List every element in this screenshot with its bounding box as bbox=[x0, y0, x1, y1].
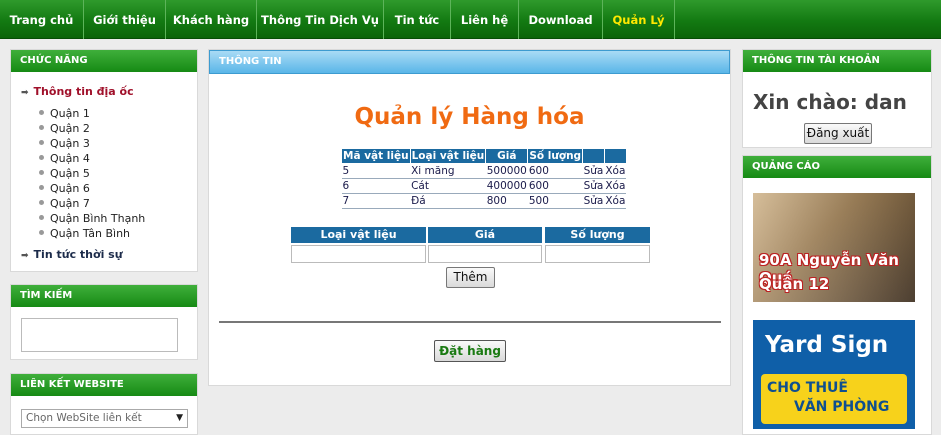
cell-price: 500000 bbox=[485, 163, 528, 179]
col-edit bbox=[582, 148, 605, 164]
cell-id: 5 bbox=[341, 163, 411, 179]
input-gia[interactable] bbox=[428, 245, 542, 263]
nav-gioi-thieu[interactable]: Giới thiệu bbox=[84, 0, 166, 39]
edit-link[interactable]: Sửa bbox=[582, 193, 605, 209]
col-loai-vat-lieu: Loại vật liệu bbox=[409, 148, 487, 164]
yard-sign-ad-banner[interactable]: Yard Sign CHO THUÊ VĂN PHÒNG bbox=[753, 320, 915, 429]
col-delete bbox=[603, 148, 627, 164]
col-so-luong: Số lượng bbox=[527, 148, 584, 164]
delete-link[interactable]: Xóa bbox=[604, 178, 627, 194]
ad-cho-thue: CHO THUÊ bbox=[767, 380, 848, 396]
delete-link[interactable]: Xóa bbox=[604, 163, 627, 179]
district-item[interactable]: Quận 5 bbox=[39, 167, 90, 180]
function-panel: CHỨC NĂNG ➡ Thông tin địa ốc Quận 1 Quận … bbox=[10, 49, 198, 272]
ad-yellow-panel: CHO THUÊ VĂN PHÒNG bbox=[761, 374, 907, 424]
cell-type: Đá bbox=[410, 193, 486, 209]
district-item[interactable]: Quận 6 bbox=[39, 182, 90, 195]
ads-panel: QUẢNG CÁO 90A Nguyễn Văn Quá, Quận 12 Ya… bbox=[742, 155, 932, 435]
account-panel-header: THÔNG TIN TÀI KHOẢN bbox=[743, 50, 931, 72]
label-so-luong: Số lượng bbox=[545, 227, 650, 243]
bullet-icon bbox=[39, 170, 44, 175]
label-loai-vat-lieu: Loại vật liệu bbox=[291, 227, 426, 243]
bullet-icon bbox=[39, 125, 44, 130]
order-button[interactable]: Đặt hàng bbox=[434, 340, 506, 362]
function-panel-header: CHỨC NĂNG bbox=[11, 50, 197, 72]
input-loai-vat-lieu[interactable] bbox=[291, 245, 426, 263]
top-navigation: Trang chủ Giới thiệu Khách hàng Thông Ti… bbox=[0, 0, 941, 39]
bullet-icon bbox=[39, 155, 44, 160]
search-panel-header: TÌM KIẾM bbox=[11, 285, 197, 307]
district-item[interactable]: Quận 7 bbox=[39, 197, 90, 210]
info-panel-header: THÔNG TIN bbox=[209, 50, 730, 74]
district-item[interactable]: Quận 4 bbox=[39, 152, 90, 165]
nav-quan-ly[interactable]: Quản Lý bbox=[603, 0, 675, 39]
cell-id: 7 bbox=[341, 193, 411, 209]
arrow-right-icon: ➡ bbox=[21, 88, 29, 98]
arrow-right-icon: ➡ bbox=[21, 251, 29, 261]
nav-khach-hang[interactable]: Khách hàng bbox=[166, 0, 257, 39]
delete-link[interactable]: Xóa bbox=[604, 193, 627, 209]
nav-lien-he[interactable]: Liên hệ bbox=[451, 0, 519, 39]
cell-quantity: 600 bbox=[527, 178, 583, 194]
bullet-icon bbox=[39, 215, 44, 220]
nav-tin-tuc[interactable]: Tin tức bbox=[384, 0, 451, 39]
district-item[interactable]: Quận 1 bbox=[39, 107, 90, 120]
col-ma-vat-lieu: Mã vật liệu bbox=[341, 148, 411, 164]
district-item[interactable]: Quận 2 bbox=[39, 122, 90, 135]
district-item[interactable]: Quận Bình Thạnh bbox=[39, 212, 145, 225]
cell-type: Xi măng bbox=[410, 163, 486, 179]
page-title: Quản lý Hàng hóa bbox=[354, 104, 585, 130]
bullet-icon bbox=[39, 200, 44, 205]
table-header-row: Mã vật liệu Loại vật liệu Giá Số lượng bbox=[341, 148, 627, 164]
nav-download[interactable]: Download bbox=[519, 0, 603, 39]
cell-quantity: 500 bbox=[527, 193, 583, 209]
cell-quantity: 600 bbox=[527, 163, 583, 179]
info-panel: THÔNG TIN Quản lý Hàng hóa Mã vật liệu L… bbox=[208, 49, 731, 386]
table-row: 6 Cát 400000 600 Sửa Xóa bbox=[341, 178, 627, 194]
search-input[interactable] bbox=[21, 318, 178, 352]
bullet-icon bbox=[39, 185, 44, 190]
edit-link[interactable]: Sửa bbox=[582, 178, 605, 194]
cell-type: Cát bbox=[410, 178, 486, 194]
menu-news[interactable]: ➡ Tin tức thời sự bbox=[21, 248, 123, 261]
links-panel-header: LIÊN KẾT WEBSITE bbox=[11, 374, 197, 396]
table-row: 5 Xi măng 500000 600 Sửa Xóa bbox=[341, 163, 627, 179]
bullet-icon bbox=[39, 230, 44, 235]
greeting-text: Xin chào: dan bbox=[753, 90, 907, 114]
materials-table: Mã vật liệu Loại vật liệu Giá Số lượng 5… bbox=[341, 148, 627, 209]
menu-real-estate-info[interactable]: ➡ Thông tin địa ốc bbox=[21, 85, 134, 98]
ads-panel-header: QUẢNG CÁO bbox=[743, 156, 931, 178]
ad-address-line2: Quận 12 bbox=[759, 275, 830, 293]
nav-trang-chu[interactable]: Trang chủ bbox=[0, 0, 84, 39]
edit-link[interactable]: Sửa bbox=[582, 163, 605, 179]
account-panel: THÔNG TIN TÀI KHOẢN Xin chào: dan Đăng x… bbox=[742, 49, 932, 148]
office-ad-banner[interactable]: 90A Nguyễn Văn Quá, Quận 12 bbox=[753, 193, 915, 302]
ad-van-phong: VĂN PHÒNG bbox=[794, 399, 890, 415]
chevron-down-icon: ▼ bbox=[176, 413, 183, 423]
cell-price: 800 bbox=[485, 193, 528, 209]
search-panel: TÌM KIẾM bbox=[10, 284, 198, 360]
col-gia: Giá bbox=[485, 148, 529, 164]
bullet-icon bbox=[39, 140, 44, 145]
links-panel: LIÊN KẾT WEBSITE Chọn WebSite liên kết ▼ bbox=[10, 373, 198, 435]
label-gia: Giá bbox=[428, 227, 542, 243]
district-item[interactable]: Quận 3 bbox=[39, 137, 90, 150]
logout-button[interactable]: Đăng xuất bbox=[804, 123, 872, 144]
district-item[interactable]: Quận Tân Bình bbox=[39, 227, 130, 240]
website-link-select[interactable]: Chọn WebSite liên kết ▼ bbox=[21, 409, 188, 428]
table-row: 7 Đá 800 500 Sửa Xóa bbox=[341, 193, 627, 209]
cell-price: 400000 bbox=[485, 178, 528, 194]
add-button[interactable]: Thêm bbox=[446, 267, 495, 288]
cell-id: 6 bbox=[341, 178, 411, 194]
divider bbox=[219, 321, 721, 323]
ad-yard-sign-title: Yard Sign bbox=[765, 332, 889, 358]
nav-thong-tin-dich-vu[interactable]: Thông Tin Dịch Vụ bbox=[257, 0, 384, 39]
bullet-icon bbox=[39, 110, 44, 115]
input-so-luong[interactable] bbox=[545, 245, 650, 263]
